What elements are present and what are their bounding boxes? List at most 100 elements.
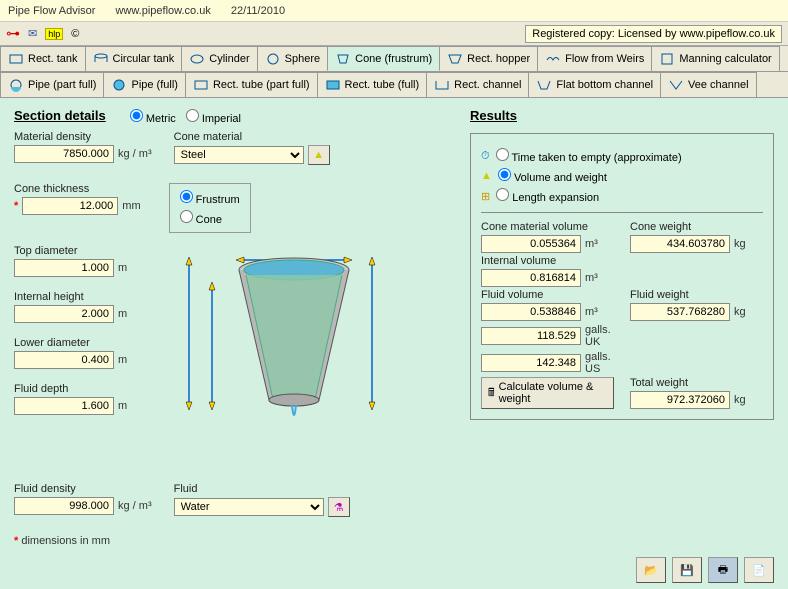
note-star: * — [14, 535, 18, 547]
printer-icon: 🖶 — [718, 561, 728, 580]
app-date: 22/11/2010 — [231, 5, 285, 17]
top-diameter-label: Top diameter — [14, 245, 174, 257]
tab-pipe-part[interactable]: Pipe (part full) — [0, 72, 104, 97]
radio-length[interactable]: Length expansion — [496, 188, 599, 204]
internal-vol-label: Internal volume — [481, 255, 614, 267]
export-button[interactable]: 📄 — [744, 557, 774, 583]
volume-icon: ▲ — [481, 170, 492, 182]
rect-channel-icon — [434, 78, 450, 92]
rect-tube-full-icon — [325, 78, 341, 92]
copyright-label: © — [71, 28, 79, 40]
radio-cone[interactable]: Cone — [180, 214, 222, 226]
fluid-density-input[interactable] — [14, 497, 114, 515]
tab-sphere[interactable]: Sphere — [257, 46, 328, 71]
registered-label: Registered copy: Licensed by www.pipeflo… — [525, 25, 782, 43]
weir-icon — [545, 52, 561, 66]
internal-vol-value — [481, 269, 581, 287]
top-diameter-input[interactable] — [14, 259, 114, 277]
tab-cylinder[interactable]: Cylinder — [181, 46, 257, 71]
cone-thickness-label: Cone thickness — [14, 183, 141, 195]
tab-manning[interactable]: Manning calculator — [651, 46, 779, 71]
help-icon[interactable]: hlp — [45, 28, 63, 40]
vee-icon — [668, 78, 684, 92]
fluid-density-label: Fluid density — [14, 483, 152, 495]
tab-rect-tube-part[interactable]: Rect. tube (part full) — [185, 72, 318, 97]
calculate-button[interactable]: 🖩Calculate volume & weight — [481, 377, 614, 409]
calc-icon: 🖩 — [488, 384, 495, 403]
beaker-icon: ⚗ — [334, 501, 344, 514]
cone-thickness-unit: mm — [122, 200, 140, 212]
cone-weight-label: Cone weight — [630, 221, 763, 233]
calculator-icon — [659, 52, 675, 66]
tab-rect-tank[interactable]: Rect. tank — [0, 46, 86, 71]
internal-height-input[interactable] — [14, 305, 114, 323]
radio-imperial[interactable]: Imperial — [186, 109, 241, 125]
print-button[interactable]: 🖶 — [708, 557, 738, 583]
cone-thickness-input[interactable] — [22, 197, 118, 215]
fluid-depth-input[interactable] — [14, 397, 114, 415]
fluid-vol-us — [481, 354, 581, 372]
flat-bottom-icon — [536, 78, 552, 92]
results-panel: ⏱ Time taken to empty (approximate) ▲ Vo… — [470, 133, 774, 420]
total-weight-value — [630, 391, 730, 409]
tab-cone-frustrum[interactable]: Cone (frustrum) — [327, 46, 440, 71]
tab-vee[interactable]: Vee channel — [660, 72, 757, 97]
sphere-icon — [265, 52, 281, 66]
fluid-picker-button[interactable]: ⚗ — [328, 497, 350, 517]
pipe-full-icon — [111, 78, 127, 92]
internal-height-label: Internal height — [14, 291, 174, 303]
cone-diagram — [184, 245, 454, 465]
floppy-icon: 💾 — [680, 564, 694, 577]
fluid-weight-value — [630, 303, 730, 321]
fluid-vol-value — [481, 303, 581, 321]
mail-icon[interactable]: ✉ — [28, 27, 37, 40]
cone-material-label: Cone material — [174, 131, 330, 143]
fluid-vol-label: Fluid volume — [481, 289, 614, 301]
app-title: Pipe Flow Advisor — [8, 5, 95, 17]
tab-pipe-full[interactable]: Pipe (full) — [103, 72, 185, 97]
fluid-weight-label: Fluid weight — [630, 289, 763, 301]
tab-rect-hopper[interactable]: Rect. hopper — [439, 46, 538, 71]
save-button[interactable]: 💾 — [672, 557, 702, 583]
cone-icon — [335, 52, 351, 66]
tab-circular-tank[interactable]: Circular tank — [85, 46, 183, 71]
tab-row-1: Rect. tank Circular tank Cylinder Sphere… — [0, 46, 788, 72]
open-button[interactable]: 📂 — [636, 557, 666, 583]
time-icon: ⏱ — [481, 150, 490, 163]
key-icon[interactable]: ⊶ — [6, 25, 20, 42]
fluid-depth-label: Fluid depth — [14, 383, 174, 395]
tab-flat-bottom[interactable]: Flat bottom channel — [528, 72, 661, 97]
section-details-title: Section details — [14, 108, 106, 123]
radio-frustrum[interactable]: Frustrum — [180, 194, 240, 206]
fluid-select[interactable]: Water — [174, 498, 324, 516]
radio-metric[interactable]: Metric — [130, 109, 176, 125]
flask-icon: ▲ — [313, 149, 324, 161]
cone-mat-vol-label: Cone material volume — [481, 221, 614, 233]
material-density-input[interactable] — [14, 145, 114, 163]
cylinder-icon — [189, 52, 205, 66]
tab-row-2: Pipe (part full) Pipe (full) Rect. tube … — [0, 72, 788, 98]
circular-tank-icon — [93, 52, 109, 66]
lower-diameter-label: Lower diameter — [14, 337, 174, 349]
pipe-part-icon — [8, 78, 24, 92]
tab-rect-tube-full[interactable]: Rect. tube (full) — [317, 72, 428, 97]
tab-rect-channel[interactable]: Rect. channel — [426, 72, 529, 97]
fluid-label: Fluid — [174, 483, 350, 495]
lower-diameter-input[interactable] — [14, 351, 114, 369]
export-icon: 📄 — [752, 564, 766, 577]
app-url: www.pipeflow.co.uk — [115, 5, 210, 17]
radio-time[interactable]: Time taken to empty (approximate) — [496, 148, 682, 164]
rect-tank-icon — [8, 52, 24, 66]
results-title: Results — [470, 108, 774, 123]
shape-group: Frustrum Cone — [169, 183, 251, 233]
cone-mat-vol-value — [481, 235, 581, 253]
cone-material-select[interactable]: Steel — [174, 146, 304, 164]
material-density-unit: kg / m³ — [118, 148, 152, 160]
radio-volume[interactable]: Volume and weight — [498, 168, 607, 184]
tab-flow-weirs[interactable]: Flow from Weirs — [537, 46, 652, 71]
fluid-vol-uk — [481, 327, 581, 345]
cone-weight-value — [630, 235, 730, 253]
material-picker-button[interactable]: ▲ — [308, 145, 330, 165]
dim-note-text: dimensions in mm — [21, 535, 110, 547]
total-weight-label: Total weight — [630, 377, 763, 389]
